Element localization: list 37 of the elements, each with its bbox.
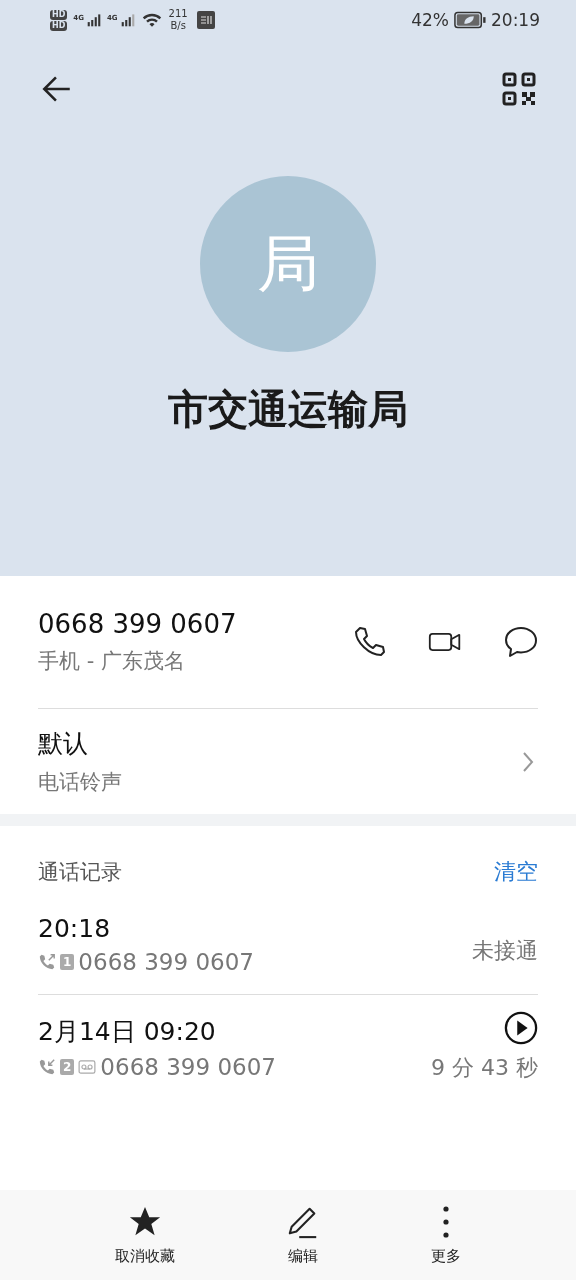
hd-badge: HD [50, 9, 68, 20]
contact-name: 市交通运输局 [168, 385, 408, 434]
call-number: 0668 399 0607 [78, 949, 254, 975]
play-icon[interactable] [504, 1011, 538, 1045]
ringtone-value: 默认 [38, 728, 89, 760]
call-number: 0668 399 0607 [100, 1053, 276, 1080]
call-time: 20:18 [38, 914, 112, 943]
wifi-icon [141, 12, 162, 28]
phone-label: 手机 - 广东茂名 [38, 648, 186, 675]
sim-badge: 2 [60, 1058, 75, 1075]
contact-avatar: 局 [200, 176, 376, 352]
sim-badge: 1 [60, 954, 75, 970]
battery-icon [454, 11, 486, 29]
hd-badge: HD [50, 20, 68, 31]
qr-code-icon[interactable] [502, 72, 536, 106]
call-time: 2月14日 09:20 [38, 1015, 217, 1048]
app-icon [196, 11, 215, 29]
clock: 20:19 [491, 10, 540, 30]
call-status: 未接通 [472, 937, 538, 965]
network-speed: 211 [168, 8, 188, 20]
ringtone-label: 电话铃声 [38, 769, 123, 796]
toolbar-button[interactable]: 更多 [422, 1200, 469, 1270]
toolbar-button[interactable]: 编辑 [278, 1200, 328, 1270]
signal-icon [120, 13, 135, 27]
phone-number[interactable]: 0668 399 0607 [38, 609, 310, 639]
chevron-right-icon[interactable] [522, 750, 534, 773]
call-status: 9 分 43 秒 [431, 1054, 538, 1082]
clear-link[interactable]: 清空 [494, 857, 538, 887]
section-title: 通话记录 [38, 859, 122, 886]
network-speed: B/s [170, 20, 186, 32]
signal-icon [86, 13, 101, 27]
battery-percent: 42% [411, 10, 449, 30]
call-log-row[interactable]: 20:18 1 0668 399 0607 未接通 [38, 914, 538, 994]
toolbar-button[interactable]: 取消收藏 [107, 1200, 184, 1270]
more-icon [442, 1205, 449, 1238]
message-icon[interactable] [504, 625, 538, 659]
phone-icon[interactable] [352, 625, 386, 659]
